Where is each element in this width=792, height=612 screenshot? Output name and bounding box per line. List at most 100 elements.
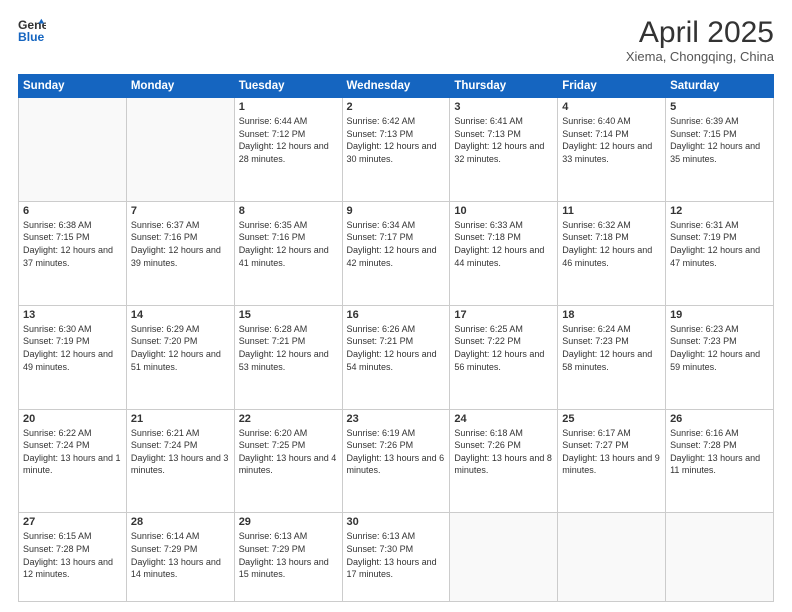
table-row: 14 Sunrise: 6:29 AM Sunset: 7:20 PM Dayli… <box>126 305 234 409</box>
day-info: Sunrise: 6:29 AM Sunset: 7:20 PM Dayligh… <box>131 323 230 373</box>
table-row: 7 Sunrise: 6:37 AM Sunset: 7:16 PM Daylig… <box>126 201 234 305</box>
day-info: Sunrise: 6:34 AM Sunset: 7:17 PM Dayligh… <box>347 219 446 269</box>
day-number: 21 <box>131 413 230 425</box>
table-row: 12 Sunrise: 6:31 AM Sunset: 7:19 PM Dayli… <box>666 201 774 305</box>
day-info: Sunrise: 6:25 AM Sunset: 7:22 PM Dayligh… <box>454 323 553 373</box>
day-info: Sunrise: 6:16 AM Sunset: 7:28 PM Dayligh… <box>670 427 769 477</box>
table-row: 22 Sunrise: 6:20 AM Sunset: 7:25 PM Dayli… <box>234 409 342 513</box>
day-number: 9 <box>347 205 446 217</box>
day-number: 16 <box>347 309 446 321</box>
day-info: Sunrise: 6:33 AM Sunset: 7:18 PM Dayligh… <box>454 219 553 269</box>
table-row: 6 Sunrise: 6:38 AM Sunset: 7:15 PM Daylig… <box>19 201 127 305</box>
table-row: 16 Sunrise: 6:26 AM Sunset: 7:21 PM Dayli… <box>342 305 450 409</box>
table-row: 20 Sunrise: 6:22 AM Sunset: 7:24 PM Dayli… <box>19 409 127 513</box>
day-info: Sunrise: 6:13 AM Sunset: 7:29 PM Dayligh… <box>239 530 338 580</box>
table-row: 2 Sunrise: 6:42 AM Sunset: 7:13 PM Daylig… <box>342 98 450 202</box>
day-number: 3 <box>454 101 553 113</box>
svg-text:Blue: Blue <box>18 30 45 44</box>
table-row: 19Sunrise: 6:23 AM Sunset: 7:23 PM Dayli… <box>666 305 774 409</box>
table-row <box>666 513 774 602</box>
day-info: Sunrise: 6:42 AM Sunset: 7:13 PM Dayligh… <box>347 115 446 165</box>
title-block: April 2025 Xiema, Chongqing, China <box>626 16 774 64</box>
table-row <box>19 98 127 202</box>
day-number: 24 <box>454 413 553 425</box>
header-sunday: Sunday <box>19 75 127 98</box>
day-info: Sunrise: 6:39 AM Sunset: 7:15 PM Dayligh… <box>670 115 769 165</box>
day-number: 10 <box>454 205 553 217</box>
table-row: 11 Sunrise: 6:32 AM Sunset: 7:18 PM Dayli… <box>558 201 666 305</box>
calendar-row: 13Sunrise: 6:30 AM Sunset: 7:19 PM Dayli… <box>19 305 774 409</box>
day-number: 13 <box>23 309 122 321</box>
table-row: 29Sunrise: 6:13 AM Sunset: 7:29 PM Dayli… <box>234 513 342 602</box>
day-info: Sunrise: 6:31 AM Sunset: 7:19 PM Dayligh… <box>670 219 769 269</box>
table-row: 15 Sunrise: 6:28 AM Sunset: 7:21 PM Dayli… <box>234 305 342 409</box>
day-info: Sunrise: 6:40 AM Sunset: 7:14 PM Dayligh… <box>562 115 661 165</box>
calendar-row: 1 Sunrise: 6:44 AM Sunset: 7:12 PM Daylig… <box>19 98 774 202</box>
day-info: Sunrise: 6:20 AM Sunset: 7:25 PM Dayligh… <box>239 427 338 477</box>
day-number: 7 <box>131 205 230 217</box>
day-info: Sunrise: 6:44 AM Sunset: 7:12 PM Dayligh… <box>239 115 338 165</box>
day-number: 19 <box>670 309 769 321</box>
table-row: 18Sunrise: 6:24 AM Sunset: 7:23 PM Dayli… <box>558 305 666 409</box>
day-info: Sunrise: 6:26 AM Sunset: 7:21 PM Dayligh… <box>347 323 446 373</box>
table-row: 26 Sunrise: 6:16 AM Sunset: 7:28 PM Dayli… <box>666 409 774 513</box>
day-number: 28 <box>131 516 230 528</box>
header-thursday: Thursday <box>450 75 558 98</box>
table-row: 1 Sunrise: 6:44 AM Sunset: 7:12 PM Daylig… <box>234 98 342 202</box>
day-number: 25 <box>562 413 661 425</box>
table-row: 8 Sunrise: 6:35 AM Sunset: 7:16 PM Daylig… <box>234 201 342 305</box>
table-row <box>126 98 234 202</box>
calendar-row: 6 Sunrise: 6:38 AM Sunset: 7:15 PM Daylig… <box>19 201 774 305</box>
day-number: 11 <box>562 205 661 217</box>
day-info: Sunrise: 6:24 AM Sunset: 7:23 PM Dayligh… <box>562 323 661 373</box>
logo-icon: General Blue <box>18 16 46 44</box>
day-info: Sunrise: 6:22 AM Sunset: 7:24 PM Dayligh… <box>23 427 122 477</box>
table-row: 13Sunrise: 6:30 AM Sunset: 7:19 PM Dayli… <box>19 305 127 409</box>
header-friday: Friday <box>558 75 666 98</box>
day-number: 22 <box>239 413 338 425</box>
table-row: 10 Sunrise: 6:33 AM Sunset: 7:18 PM Dayli… <box>450 201 558 305</box>
day-number: 15 <box>239 309 338 321</box>
day-info: Sunrise: 6:14 AM Sunset: 7:29 PM Dayligh… <box>131 530 230 580</box>
calendar-table: Sunday Monday Tuesday Wednesday Thursday… <box>18 74 774 602</box>
header-tuesday: Tuesday <box>234 75 342 98</box>
day-number: 27 <box>23 516 122 528</box>
table-row: 3 Sunrise: 6:41 AM Sunset: 7:13 PM Daylig… <box>450 98 558 202</box>
day-number: 5 <box>670 101 769 113</box>
day-info: Sunrise: 6:18 AM Sunset: 7:26 PM Dayligh… <box>454 427 553 477</box>
table-row: 27 Sunrise: 6:15 AM Sunset: 7:28 PM Dayli… <box>19 513 127 602</box>
day-number: 20 <box>23 413 122 425</box>
day-number: 30 <box>347 516 446 528</box>
day-info: Sunrise: 6:15 AM Sunset: 7:28 PM Dayligh… <box>23 530 122 580</box>
day-info: Sunrise: 6:37 AM Sunset: 7:16 PM Dayligh… <box>131 219 230 269</box>
table-row: 28 Sunrise: 6:14 AM Sunset: 7:29 PM Dayli… <box>126 513 234 602</box>
logo: General Blue <box>18 16 46 44</box>
day-number: 14 <box>131 309 230 321</box>
table-row: 9 Sunrise: 6:34 AM Sunset: 7:17 PM Daylig… <box>342 201 450 305</box>
day-number: 26 <box>670 413 769 425</box>
header-saturday: Saturday <box>666 75 774 98</box>
day-number: 2 <box>347 101 446 113</box>
day-info: Sunrise: 6:32 AM Sunset: 7:18 PM Dayligh… <box>562 219 661 269</box>
day-number: 8 <box>239 205 338 217</box>
calendar-row: 27 Sunrise: 6:15 AM Sunset: 7:28 PM Dayli… <box>19 513 774 602</box>
table-row: 25Sunrise: 6:17 AM Sunset: 7:27 PM Dayli… <box>558 409 666 513</box>
day-info: Sunrise: 6:38 AM Sunset: 7:15 PM Dayligh… <box>23 219 122 269</box>
day-info: Sunrise: 6:13 AM Sunset: 7:30 PM Dayligh… <box>347 530 446 580</box>
header-monday: Monday <box>126 75 234 98</box>
day-info: Sunrise: 6:35 AM Sunset: 7:16 PM Dayligh… <box>239 219 338 269</box>
day-number: 6 <box>23 205 122 217</box>
day-number: 4 <box>562 101 661 113</box>
day-number: 1 <box>239 101 338 113</box>
day-info: Sunrise: 6:28 AM Sunset: 7:21 PM Dayligh… <box>239 323 338 373</box>
day-info: Sunrise: 6:41 AM Sunset: 7:13 PM Dayligh… <box>454 115 553 165</box>
page-header: General Blue April 2025 Xiema, Chongqing… <box>18 16 774 64</box>
header-wednesday: Wednesday <box>342 75 450 98</box>
day-number: 12 <box>670 205 769 217</box>
table-row: 5 Sunrise: 6:39 AM Sunset: 7:15 PM Daylig… <box>666 98 774 202</box>
table-row: 21Sunrise: 6:21 AM Sunset: 7:24 PM Dayli… <box>126 409 234 513</box>
day-info: Sunrise: 6:19 AM Sunset: 7:26 PM Dayligh… <box>347 427 446 477</box>
table-row: 17 Sunrise: 6:25 AM Sunset: 7:22 PM Dayli… <box>450 305 558 409</box>
day-number: 17 <box>454 309 553 321</box>
table-row: 4 Sunrise: 6:40 AM Sunset: 7:14 PM Daylig… <box>558 98 666 202</box>
